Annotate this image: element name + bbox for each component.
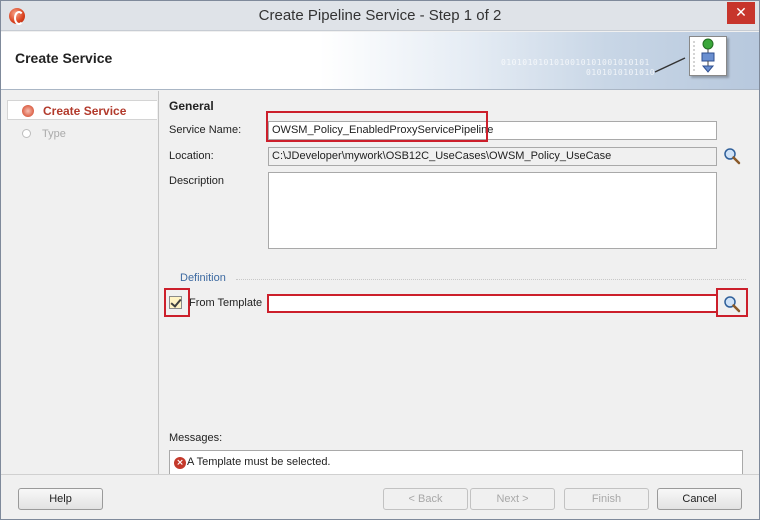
from-template-label: From Template — [189, 297, 263, 309]
wizard-steps-panel: Create Service Type — [1, 91, 159, 474]
header-title: Create Service — [15, 50, 113, 66]
service-name-highlight — [266, 111, 488, 142]
wizard-header: Create Service 0101010101010010101001010… — [1, 32, 759, 90]
error-message: A Template must be selected. — [187, 456, 331, 468]
pipeline-wizard-icon — [689, 36, 727, 76]
step-label: Create Service — [43, 104, 127, 118]
title-bar: Create Pipeline Service - Step 1 of 2 ✕ — [1, 1, 759, 31]
step-label: Type — [42, 128, 66, 140]
search-icon[interactable] — [723, 147, 741, 165]
location-field[interactable]: C:\JDeveloper\mywork\OSB12C_UseCases\OWS… — [268, 147, 717, 166]
step-type: Type — [7, 125, 157, 145]
wand-icon — [654, 57, 686, 73]
back-button[interactable]: < Back — [383, 488, 468, 510]
wizard-content: General Service Name: OWSM_Policy_Enable… — [160, 91, 759, 478]
description-textarea[interactable] — [268, 172, 717, 249]
cancel-button[interactable]: Cancel — [657, 488, 742, 510]
finish-button[interactable]: Finish — [564, 488, 649, 510]
next-button[interactable]: Next > — [470, 488, 555, 510]
help-button[interactable]: Help — [18, 488, 103, 510]
template-input-highlight — [267, 294, 718, 313]
step-create-service[interactable]: Create Service — [7, 100, 157, 120]
definition-section-title: Definition — [180, 272, 226, 284]
step-current-icon — [22, 105, 34, 117]
template-search-highlight — [716, 288, 748, 317]
header-binary-decoration-1: 0101010101010010101001010101 — [501, 58, 650, 67]
header-binary-decoration-2: 0101010101010 — [586, 68, 656, 77]
window-title: Create Pipeline Service - Step 1 of 2 — [258, 7, 502, 24]
wizard-footer: Help < Back Next > Finish Cancel — [1, 474, 759, 519]
section-title-general: General — [169, 99, 214, 113]
definition-divider — [236, 279, 746, 280]
location-label: Location: — [169, 150, 214, 162]
error-icon: × — [174, 457, 186, 469]
messages-label: Messages: — [169, 432, 223, 444]
close-icon[interactable]: ✕ — [727, 2, 755, 24]
step-pending-icon — [22, 129, 31, 138]
checkbox-highlight — [164, 288, 190, 317]
create-pipeline-service-dialog: Create Pipeline Service - Step 1 of 2 ✕ … — [0, 0, 760, 520]
service-name-label: Service Name: — [169, 124, 242, 136]
description-label: Description — [169, 175, 225, 187]
